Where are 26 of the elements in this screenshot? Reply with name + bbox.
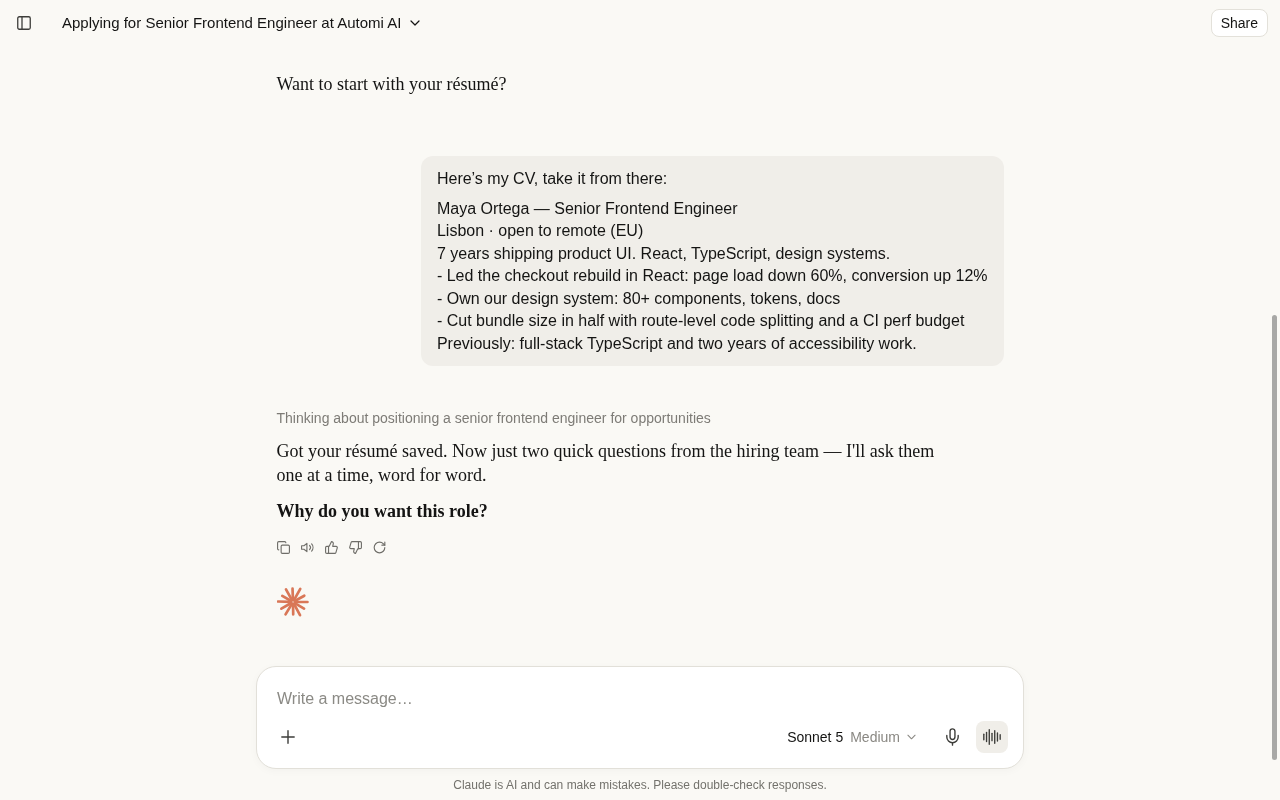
waveform-icon — [983, 729, 1001, 745]
message-text: Maya Ortega — Senior Frontend Engineer Lisbon · open to remote (EU) 7 years shipping product UI. React, TypeScript, design systems. - Led the checkout rebuild in React: page load down 60%, conversion up 12% - Own our design system: 80+ components, tokens, docs - Cut bundle size in half with route-level code splitting and a CI perf budget Previously: full-stack TypeScript and two years of accessibility work. — [436, 198, 988, 354]
chevron-icon — [907, 734, 916, 740]
message-input[interactable]: Write a message… — [272, 685, 1008, 713]
chevron-icon — [410, 20, 421, 26]
thumbs-up-icon[interactable] — [324, 540, 338, 554]
speaker-icon[interactable] — [300, 540, 314, 554]
voice-mode-button[interactable] — [976, 721, 1008, 753]
retry-icon[interactable] — [372, 540, 386, 554]
sidebar-icon[interactable] — [17, 16, 31, 30]
message-text: Why do you want this role? — [276, 500, 488, 523]
thinking-summary[interactable]: Thinking about positioning a senior frontend engineer for opportunities — [276, 408, 711, 428]
message-text: Here’s my CV, take it from there: — [436, 168, 669, 189]
model-selector-button[interactable]: Sonnet 5 Medium — [783, 721, 920, 753]
starburst-icon — [276, 586, 309, 618]
message-composer[interactable]: Write a message… Sonnet 5 Medium — [256, 666, 1024, 769]
disclaimer-text: Claude is AI and can make mistakes. Please double-check responses. — [453, 777, 827, 793]
message-text: Want to start with your résumé? — [276, 73, 507, 96]
copy-icon[interactable] — [276, 540, 290, 554]
message-text: Got your résumé saved. Now just two quick questions from the hiring team — I'll ask them one at a time, word for word. — [276, 440, 936, 487]
scrollbar-thumb[interactable] — [1272, 315, 1277, 760]
share-button[interactable]: Share — [1210, 9, 1268, 37]
chat-title-button[interactable]: Applying for Senior Frontend Engineer at Automi AI — [56, 9, 427, 37]
microphone-icon[interactable] — [945, 728, 959, 746]
plus-icon[interactable] — [281, 730, 295, 744]
thumbs-down-icon[interactable] — [348, 540, 362, 554]
